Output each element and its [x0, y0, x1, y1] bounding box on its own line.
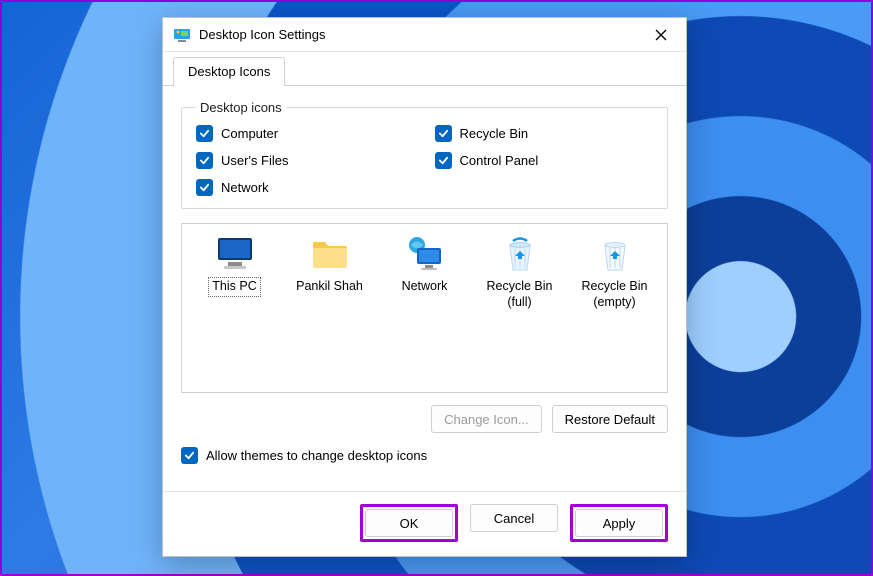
checkbox-recyclebin-label[interactable]: Recycle Bin — [460, 126, 529, 141]
allow-themes-label[interactable]: Allow themes to change desktop icons — [206, 448, 427, 463]
icon-item-user-folder[interactable]: Pankil Shah — [285, 234, 374, 296]
recyclebin-full-icon — [498, 234, 542, 274]
tab-pane: Desktop icons Computer Recycle Bin — [163, 86, 686, 491]
ok-button[interactable]: OK — [365, 509, 453, 537]
icon-item-network[interactable]: Network — [380, 234, 469, 296]
check-icon — [184, 450, 195, 461]
icon-caption: Recycle Bin (empty) — [570, 278, 659, 311]
checkbox-network-label[interactable]: Network — [221, 180, 269, 195]
tabstrip: Desktop Icons — [163, 52, 686, 86]
check-icon — [199, 155, 210, 166]
checkbox-controlpanel[interactable] — [435, 152, 452, 169]
checkbox-network[interactable] — [196, 179, 213, 196]
group-legend: Desktop icons — [196, 100, 286, 115]
change-icon-button[interactable]: Change Icon... — [431, 405, 542, 433]
icon-item-this-pc[interactable]: This PC — [190, 234, 279, 296]
icon-caption: Recycle Bin (full) — [475, 278, 564, 311]
checkbox-computer-label[interactable]: Computer — [221, 126, 278, 141]
checkbox-recyclebin[interactable] — [435, 125, 452, 142]
checkbox-controlpanel-label[interactable]: Control Panel — [460, 153, 539, 168]
icon-caption: This PC — [209, 278, 259, 296]
checkbox-usersfiles[interactable] — [196, 152, 213, 169]
icon-caption: Network — [399, 278, 451, 296]
desktop-icon-settings-dialog: Desktop Icon Settings Desktop Icons Desk… — [162, 17, 687, 557]
highlight-box: OK — [360, 504, 458, 542]
icon-preview-list: This PC Pankil Shah — [181, 223, 668, 393]
close-button[interactable] — [646, 20, 676, 50]
close-icon — [655, 29, 667, 41]
check-icon — [199, 128, 210, 139]
apply-button[interactable]: Apply — [575, 509, 663, 537]
cancel-button[interactable]: Cancel — [470, 504, 558, 532]
icon-item-recyclebin-full[interactable]: Recycle Bin (full) — [475, 234, 564, 311]
tab-desktop-icons[interactable]: Desktop Icons — [173, 57, 285, 86]
app-icon — [173, 26, 191, 44]
checkbox-allow-themes[interactable] — [181, 447, 198, 464]
check-icon — [199, 182, 210, 193]
checkbox-usersfiles-label[interactable]: User's Files — [221, 153, 289, 168]
icon-item-recyclebin-empty[interactable]: Recycle Bin (empty) — [570, 234, 659, 311]
folder-icon — [308, 234, 352, 274]
window-title: Desktop Icon Settings — [199, 27, 646, 42]
recyclebin-empty-icon — [593, 234, 637, 274]
titlebar: Desktop Icon Settings — [163, 18, 686, 52]
dialog-footer: OK Cancel Apply — [163, 491, 686, 556]
desktop-icons-group: Desktop icons Computer Recycle Bin — [181, 100, 668, 209]
network-icon — [403, 234, 447, 274]
icon-caption: Pankil Shah — [293, 278, 366, 296]
check-icon — [438, 155, 449, 166]
check-icon — [438, 128, 449, 139]
monitor-icon — [213, 234, 257, 274]
restore-default-button[interactable]: Restore Default — [552, 405, 668, 433]
checkbox-computer[interactable] — [196, 125, 213, 142]
highlight-box: Apply — [570, 504, 668, 542]
